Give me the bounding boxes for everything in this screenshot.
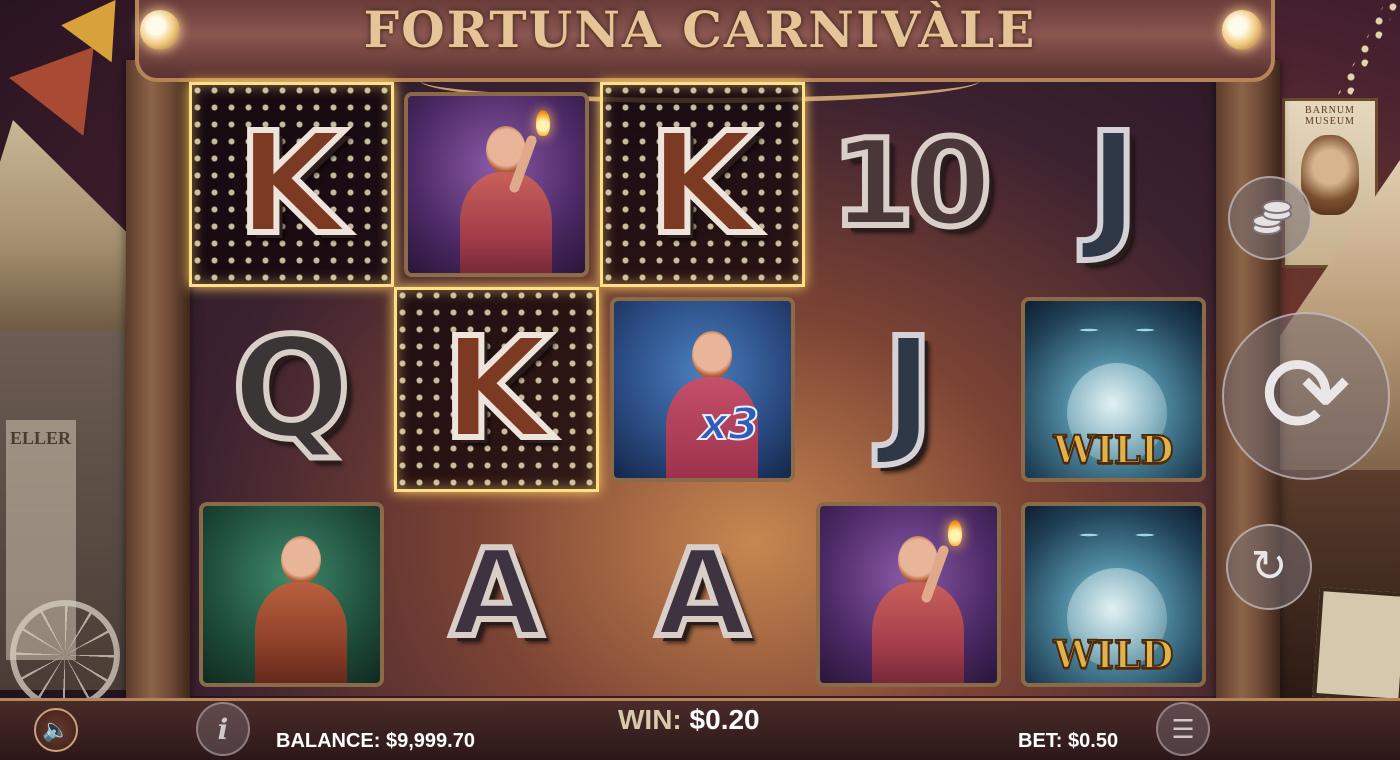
game-title: FORTUNA CARNIVÀLE xyxy=(363,0,1037,59)
torch-icon xyxy=(536,110,550,136)
reel-4-row-3-symbol xyxy=(806,492,1011,697)
wagon-wheel xyxy=(10,600,120,710)
symbol-k: K xyxy=(645,102,759,266)
symbol-10: 10 xyxy=(828,114,995,254)
wild-label: WILD xyxy=(1052,426,1174,473)
wild-label: WILD xyxy=(1052,631,1174,678)
reel-5-row-2-symbol: WILD xyxy=(1011,287,1216,492)
symbol-j: J xyxy=(879,307,937,471)
symbol-acrobat-multiplier: x3 xyxy=(610,297,795,482)
symbol-a: A xyxy=(653,524,752,664)
figure-body xyxy=(872,582,964,683)
reel-3-row-1-symbol: K xyxy=(600,82,805,287)
info-icon: i xyxy=(217,712,229,746)
symbol-j: J xyxy=(1084,102,1142,266)
bet-value: $0.50 xyxy=(1068,730,1119,752)
symbol-knife-juggler xyxy=(199,502,384,687)
balance-display: BALANCE: $9,999.70 xyxy=(276,730,475,753)
reel-4-row-2-symbol: J xyxy=(806,287,1011,492)
figure-body xyxy=(255,582,347,683)
balance-label: BALANCE: xyxy=(276,730,381,752)
hamburger-menu-icon: ☰ xyxy=(1171,713,1195,744)
reel-2-row-3-symbol: A xyxy=(394,492,599,697)
sound-toggle-button[interactable]: 🔈 xyxy=(34,708,78,752)
autoplay-button[interactable]: ↻ xyxy=(1226,524,1312,610)
frame-pillar-left xyxy=(126,60,190,700)
reel-3-row-2-symbol: x3 xyxy=(600,287,805,492)
symbol-wild: WILD xyxy=(1021,502,1206,687)
reel-5-row-3-symbol: WILD xyxy=(1011,492,1216,697)
bearded-lady-portrait xyxy=(1301,135,1359,215)
figure-head xyxy=(692,331,732,379)
menu-button[interactable]: ☰ xyxy=(1156,702,1210,756)
symbol-q: Q xyxy=(229,307,354,471)
symbol-k: K xyxy=(234,102,348,266)
reel-3-row-3-symbol: A xyxy=(600,492,805,697)
bet-coins-button[interactable] xyxy=(1228,176,1312,260)
symbol-k: K xyxy=(439,307,553,471)
reel-1-row-2-symbol: Q xyxy=(189,287,394,492)
figure-head xyxy=(281,536,321,584)
symbol-wild: WILD xyxy=(1021,297,1206,482)
reel-1-row-3-symbol xyxy=(189,492,394,697)
symbol-fire-dancer xyxy=(404,92,589,277)
speaker-icon: 🔈 xyxy=(42,717,70,742)
torch-icon xyxy=(948,520,962,546)
spin-button[interactable]: ⟳ xyxy=(1222,312,1390,480)
figure-body xyxy=(460,172,552,273)
fortune-teller-eyes xyxy=(1067,524,1167,546)
autoplay-icon: ↻ xyxy=(1250,541,1288,592)
win-value: $0.20 xyxy=(689,704,760,735)
reel-1-row-1-symbol: K xyxy=(189,82,394,287)
symbol-fire-dancer xyxy=(816,502,1001,687)
reel-2-row-1-symbol xyxy=(394,82,599,287)
win-label: WIN: xyxy=(618,704,682,735)
poster-title: BARNUM MUSEUM xyxy=(1305,105,1355,127)
bet-display: BET: $0.50 xyxy=(1018,730,1118,753)
balance-value: $9,999.70 xyxy=(386,730,475,752)
bet-label: BET: xyxy=(1018,730,1063,752)
symbol-a: A xyxy=(447,524,546,664)
side-show-sign xyxy=(1312,586,1400,704)
reel-5-row-1-symbol: J xyxy=(1011,82,1216,287)
coins-stack-icon xyxy=(1250,200,1292,235)
fortune-teller-eyes xyxy=(1067,319,1167,341)
spin-arrows-icon: ⟳ xyxy=(1260,333,1352,458)
reel-4-row-1-symbol: 10 xyxy=(806,82,1011,287)
win-display: WIN: $0.20 xyxy=(618,704,760,736)
reel-2-row-2-symbol: K xyxy=(394,287,599,492)
multiplier-badge: x3 xyxy=(699,398,760,451)
info-button[interactable]: i xyxy=(196,702,250,756)
